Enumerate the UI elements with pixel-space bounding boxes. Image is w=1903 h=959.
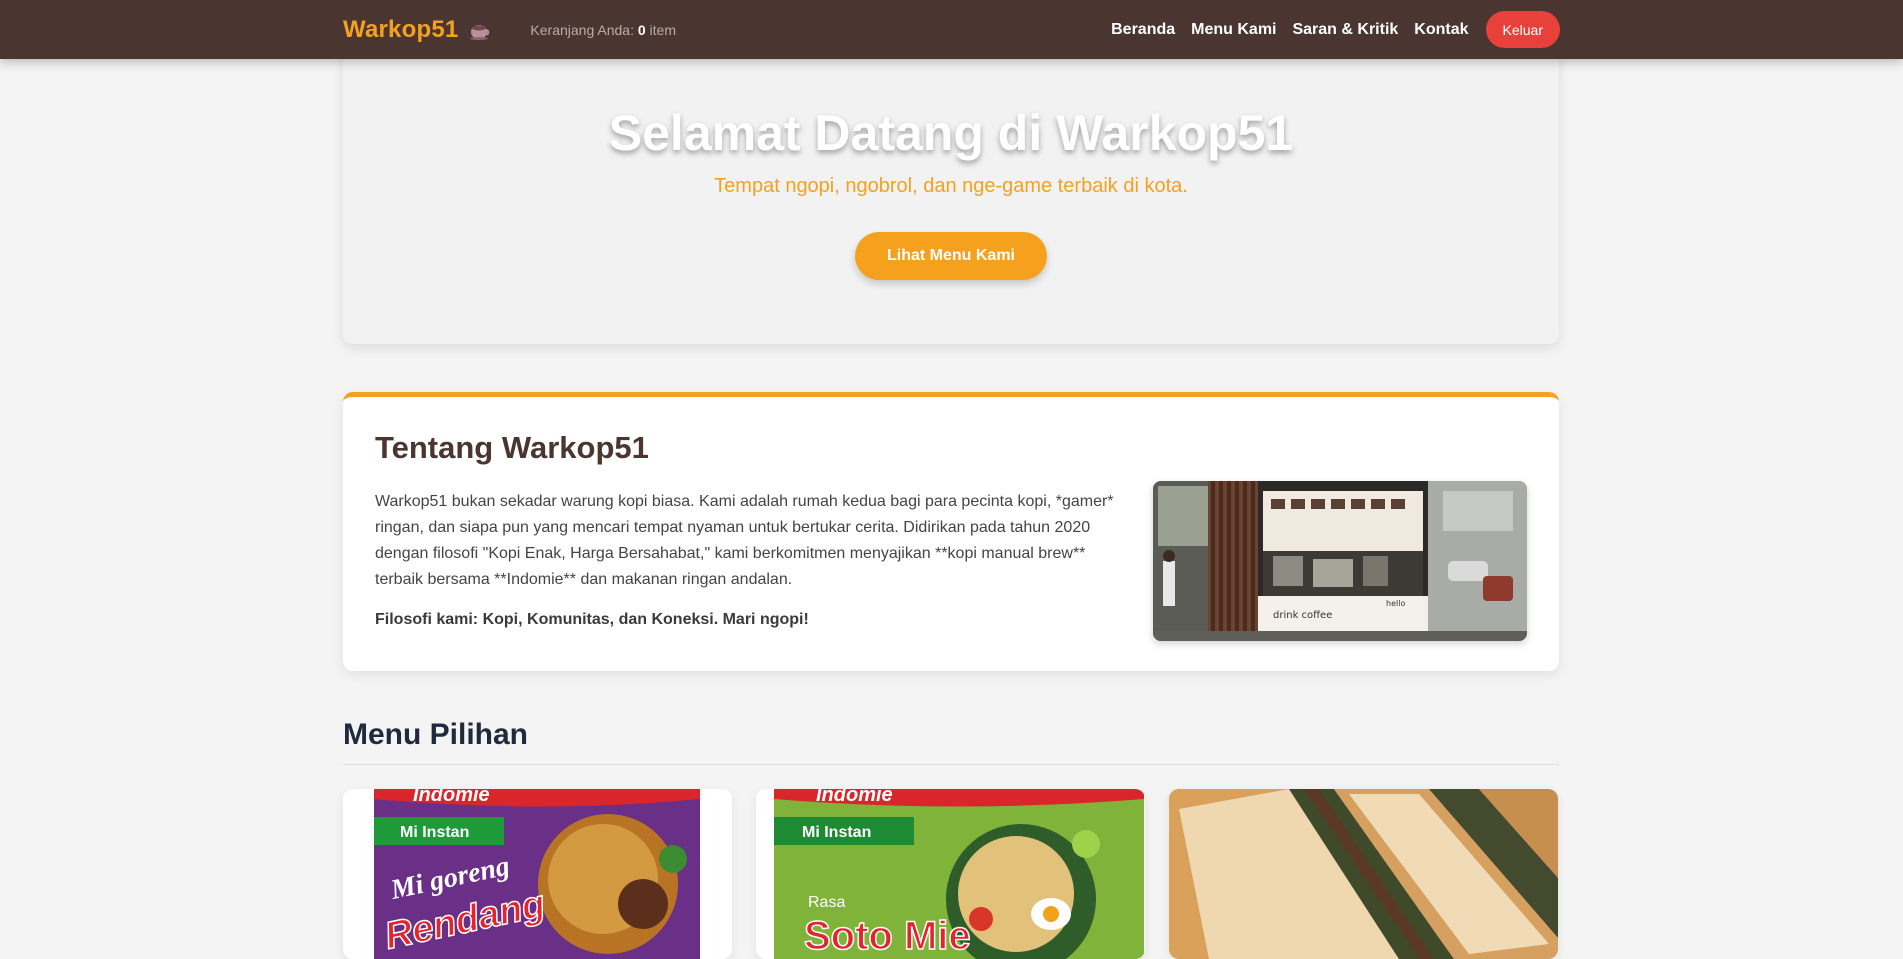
storefront-sign-text: drink coffee — [1273, 610, 1332, 621]
nav-link-saran-kritik[interactable]: Saran & Kritik — [1292, 21, 1398, 39]
nav-link-kontak[interactable]: Kontak — [1414, 21, 1468, 39]
coffee-cup-icon — [468, 19, 490, 41]
brand-name[interactable]: Warkop51 — [343, 16, 458, 44]
menu-card-mi-goreng-rendang[interactable]: Indomie Mi Instan Mi goreng Rendang — [343, 789, 732, 959]
cart-count: 0 — [637, 21, 646, 38]
about-title: Tentang Warkop51 — [375, 430, 649, 465]
storefront-hello-text: hello — [1386, 599, 1405, 608]
menu-card-sandwich[interactable] — [1169, 789, 1558, 959]
pack-flavor-line2: Soto Mie — [804, 914, 971, 958]
brand-logo[interactable]: Warkop51 — [343, 16, 490, 44]
nav-link-menu-kami[interactable]: Menu Kami — [1191, 21, 1276, 39]
hero-subtitle: Tempat ngopi, ngobrol, dan nge-game terb… — [714, 175, 1188, 197]
pack-brand-text: Indomie — [413, 789, 490, 806]
soto-mie-image: Indomie Mi Instan Rasa Soto Mie — [756, 789, 1145, 959]
cart-unit: item — [649, 21, 676, 38]
pack-flavor-line1: Rasa — [808, 894, 845, 911]
pack-brand-text: Indomie — [816, 789, 893, 806]
hero-section: Selamat Datang di Warkop51 Tempat ngopi,… — [343, 44, 1559, 344]
navbar: Warkop51 Keranjang Anda: 0 item Beranda … — [0, 0, 1903, 59]
navbar-inner: Warkop51 Keranjang Anda: 0 item Beranda … — [343, 0, 1560, 59]
view-menu-button[interactable]: Lihat Menu Kami — [855, 232, 1047, 280]
about-philosophy: Filosofi kami: Kopi, Komunitas, dan Kone… — [375, 611, 809, 628]
cafe-storefront-image: drink coffee hello — [1153, 481, 1527, 641]
menu-card-soto-mie[interactable]: Indomie Mi Instan Rasa Soto Mie — [756, 789, 1145, 959]
menu-heading: Menu Pilihan — [343, 718, 529, 751]
toasted-sandwich-image — [1169, 789, 1558, 959]
about-section: Tentang Warkop51 Warkop51 bukan sekadar … — [343, 392, 1559, 671]
pack-type-text: Mi Instan — [400, 824, 469, 841]
cart-label: Keranjang Anda: — [530, 21, 634, 38]
about-description: Warkop51 bukan sekadar warung kopi biasa… — [375, 493, 1114, 588]
logout-button[interactable]: Keluar — [1485, 11, 1560, 48]
hero-title: Selamat Datang di Warkop51 — [608, 105, 1294, 161]
pack-type-text: Mi Instan — [802, 824, 871, 841]
nav-link-beranda[interactable]: Beranda — [1111, 21, 1175, 39]
nav-links: Beranda Menu Kami Saran & Kritik Kontak … — [1095, 11, 1560, 48]
menu-divider — [343, 764, 1559, 765]
cart-summary[interactable]: Keranjang Anda: 0 item — [530, 22, 676, 38]
mi-goreng-rendang-image: Indomie Mi Instan Mi goreng Rendang — [343, 789, 732, 959]
